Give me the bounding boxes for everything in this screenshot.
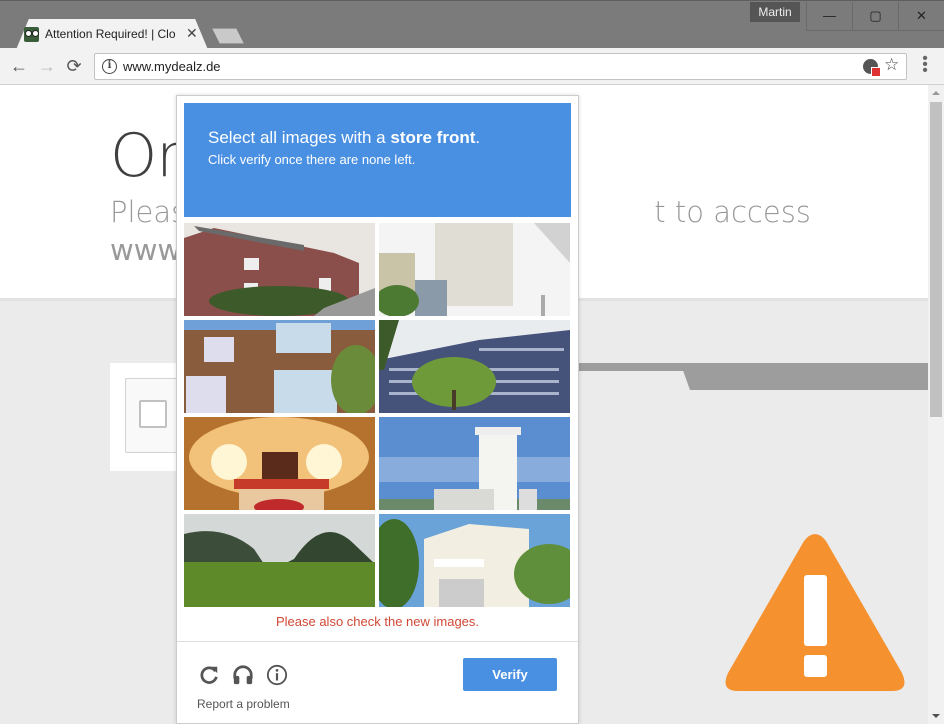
- reload-button[interactable]: ⟳: [63, 55, 85, 77]
- verify-button[interactable]: Verify: [463, 658, 557, 691]
- new-tab-button[interactable]: [212, 28, 244, 44]
- recaptcha-challenge: Select all images with a store front. Cl…: [176, 95, 579, 724]
- error-message: Please also check the new images.: [275, 614, 480, 629]
- tab-title: Attention Required! | Clo: [45, 27, 176, 41]
- image-tile[interactable]: [379, 514, 570, 607]
- image-tile[interactable]: [184, 223, 375, 316]
- minimize-button[interactable]: —: [806, 2, 852, 31]
- page-title: Or: [110, 121, 181, 191]
- info-icon[interactable]: i: [102, 59, 117, 74]
- scroll-down-arrow-icon[interactable]: [932, 714, 940, 718]
- instruction-prefix: Select all images with a: [208, 128, 391, 147]
- challenge-prompt: Select all images with a store front. Cl…: [184, 103, 571, 217]
- maximize-button[interactable]: ▢: [852, 2, 898, 31]
- instruction-suffix: .: [475, 128, 481, 147]
- image-tile[interactable]: [379, 320, 570, 413]
- page-scrollbar[interactable]: [928, 85, 944, 724]
- browser-menu-icon[interactable]: • • •: [920, 51, 930, 79]
- warning-icon: [725, 534, 905, 691]
- captcha-checkbox[interactable]: [139, 400, 167, 428]
- reload-challenge-icon[interactable]: [198, 664, 220, 686]
- profile-button[interactable]: Martin: [750, 2, 800, 22]
- report-problem-link[interactable]: Report a problem: [197, 697, 290, 711]
- close-window-button[interactable]: ✕: [898, 2, 944, 31]
- cookie-blocked-icon[interactable]: [863, 59, 881, 77]
- image-tile[interactable]: [379, 417, 570, 510]
- url-text[interactable]: www.mydealz.de: [123, 59, 221, 74]
- browser-toolbar: ← → ⟳ i www.mydealz.de ☆ • • •: [0, 48, 944, 85]
- browser-window: Attention Required! | Clo ✕ Martin — ▢ ✕…: [0, 0, 944, 724]
- tab-close-icon[interactable]: ✕: [186, 25, 198, 42]
- subtitle-left: Pleas: [110, 195, 187, 229]
- image-tile[interactable]: [184, 514, 375, 607]
- back-button[interactable]: ←: [8, 55, 30, 77]
- image-tile[interactable]: [184, 417, 375, 510]
- bookmark-star-icon[interactable]: ☆: [884, 55, 899, 75]
- challenge-instruction: Select all images with a store front.: [208, 127, 547, 149]
- help-info-icon[interactable]: [266, 664, 288, 686]
- image-tile[interactable]: [184, 320, 375, 413]
- audio-challenge-icon[interactable]: [232, 664, 254, 686]
- challenge-subinstruction: Click verify once there are none left.: [208, 152, 416, 167]
- page-subtitle-line2: www: [110, 233, 182, 267]
- title-bar: Attention Required! | Clo ✕ Martin — ▢ ✕: [0, 0, 944, 49]
- forward-button[interactable]: →: [36, 55, 58, 77]
- subtitle-right: t to access: [654, 195, 811, 229]
- scroll-up-arrow-icon[interactable]: [932, 91, 940, 95]
- image-grid: [184, 223, 571, 607]
- challenge-footer: Verify Report a problem: [177, 641, 578, 724]
- instruction-target: store front: [390, 128, 476, 147]
- tab-active[interactable]: Attention Required! | Clo ✕: [8, 19, 216, 49]
- scrollbar-thumb[interactable]: [930, 102, 942, 417]
- site-favicon-icon: [24, 27, 39, 42]
- image-tile[interactable]: [379, 223, 570, 316]
- address-bar[interactable]: i www.mydealz.de ☆: [94, 53, 907, 80]
